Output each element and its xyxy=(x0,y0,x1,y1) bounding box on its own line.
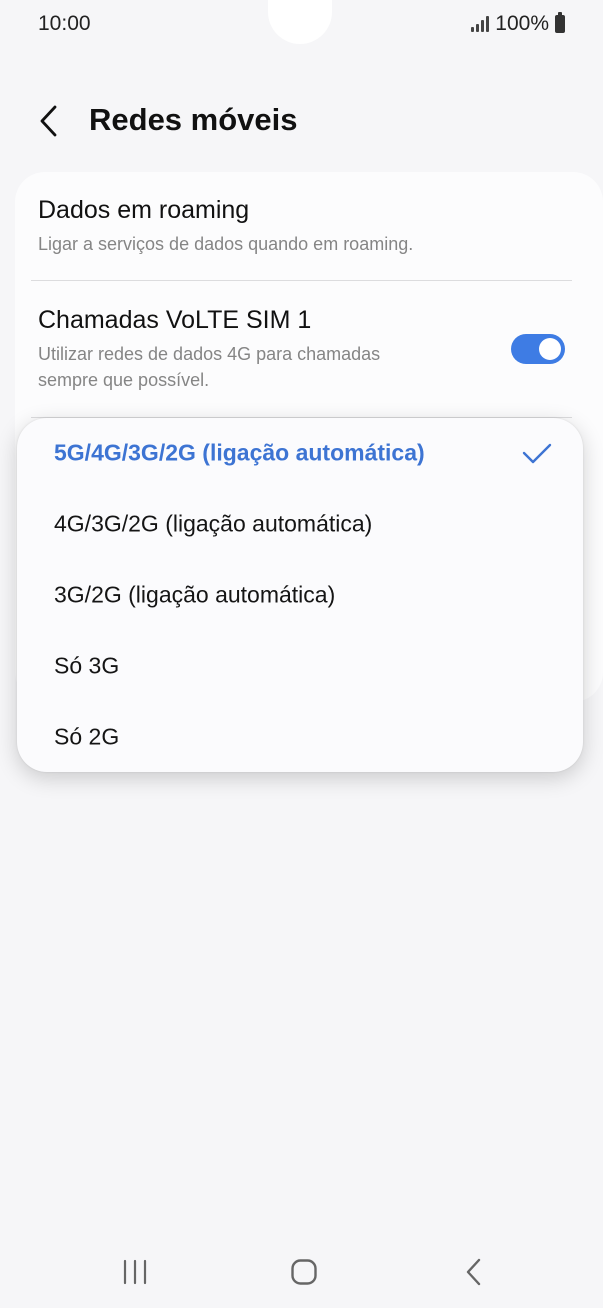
option-3g-2g[interactable]: 3G/2G (ligação automática) xyxy=(17,560,583,630)
nav-back-button[interactable] xyxy=(444,1248,504,1296)
recent-apps-icon xyxy=(123,1259,147,1285)
option-3g-only[interactable]: Só 3G xyxy=(17,631,583,701)
recent-apps-button[interactable] xyxy=(105,1248,165,1296)
option-label: Só 3G xyxy=(54,652,120,679)
chevron-left-icon xyxy=(40,105,57,137)
checkmark-icon xyxy=(522,443,552,464)
status-indicators: 100% xyxy=(471,12,565,36)
option-2g-only[interactable]: Só 2G xyxy=(17,702,583,772)
toggle-knob xyxy=(539,338,561,360)
status-bar: 10:00 100% xyxy=(0,0,603,50)
volte-subtitle-line1: Utilizar redes de dados 4G para chamadas xyxy=(38,344,381,364)
home-icon xyxy=(291,1259,317,1285)
volte-subtitle-line2: sempre que possível. xyxy=(38,370,210,390)
page-title: Redes móveis xyxy=(89,102,298,137)
option-5g-4g-3g-2g[interactable]: 5G/4G/3G/2G (ligação automática) xyxy=(17,418,583,488)
volte-subtitle: Utilizar redes de dados 4G para chamadas… xyxy=(38,341,493,393)
home-button[interactable] xyxy=(274,1248,334,1296)
battery-icon xyxy=(555,12,565,33)
back-button[interactable] xyxy=(26,98,72,144)
divider xyxy=(31,280,572,281)
option-label: 3G/2G (ligação automática) xyxy=(54,581,336,608)
volte-setting[interactable]: Chamadas VoLTE SIM 1 Utilizar redes de d… xyxy=(38,306,493,393)
volte-title: Chamadas VoLTE SIM 1 xyxy=(38,306,312,334)
back-icon xyxy=(466,1258,481,1286)
option-label: Só 2G xyxy=(54,723,120,750)
navigation-bar xyxy=(0,1236,603,1308)
option-label: 4G/3G/2G (ligação automática) xyxy=(54,510,373,537)
network-mode-dropdown: 5G/4G/3G/2G (ligação automática) 4G/3G/2… xyxy=(17,418,583,772)
battery-percentage: 100% xyxy=(495,12,549,35)
roaming-setting[interactable]: Dados em roaming Ligar a serviços de dad… xyxy=(38,196,573,257)
app-header: Redes móveis xyxy=(0,90,603,154)
roaming-title: Dados em roaming xyxy=(38,196,250,224)
option-label: 5G/4G/3G/2G (ligação automática) xyxy=(54,439,425,466)
roaming-subtitle: Ligar a serviços de dados quando em roam… xyxy=(38,234,414,254)
signal-icon xyxy=(471,16,490,32)
camera-notch xyxy=(268,0,332,44)
screen: 10:00 100% Redes móveis Dados em roaming… xyxy=(0,0,603,1308)
option-4g-3g-2g[interactable]: 4G/3G/2G (ligação automática) xyxy=(17,489,583,559)
status-time: 10:00 xyxy=(38,12,91,35)
volte-toggle[interactable] xyxy=(511,334,565,364)
